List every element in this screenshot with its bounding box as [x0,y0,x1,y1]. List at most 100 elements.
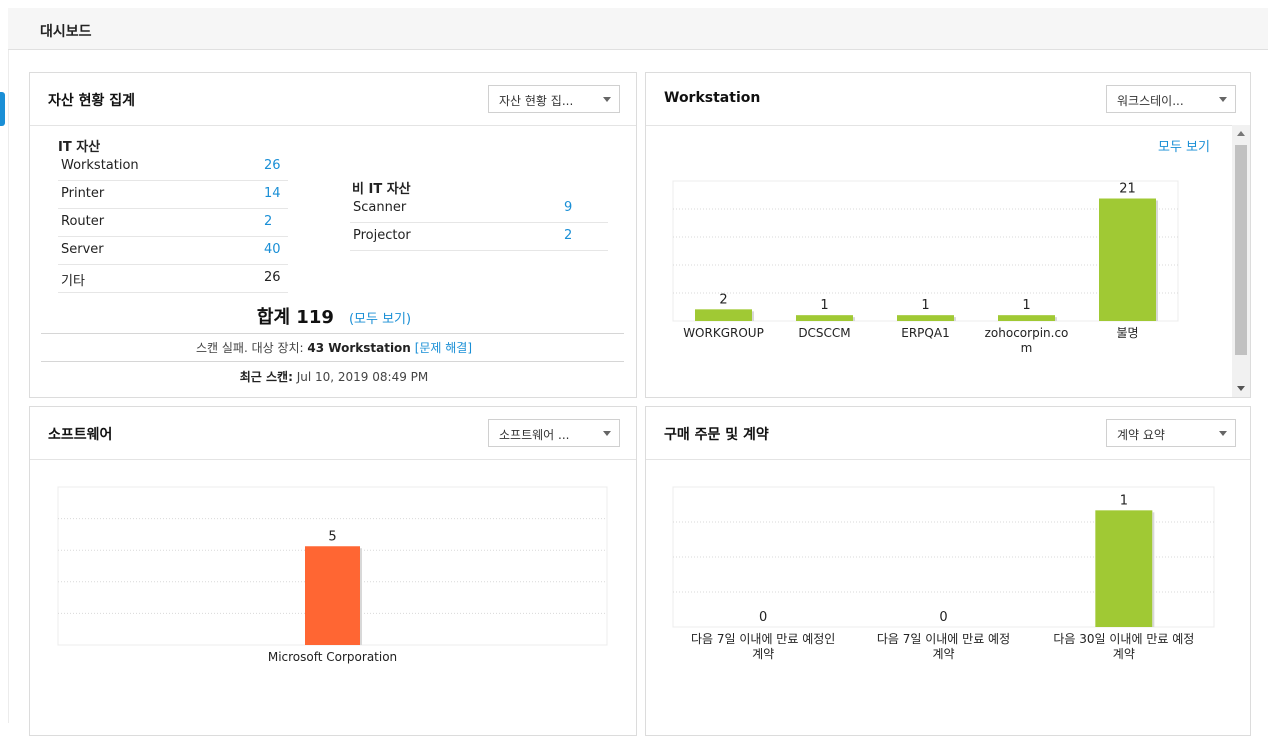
chart-bar [1095,510,1153,627]
it-asset-count[interactable]: 2 [264,214,272,229]
divider [41,333,624,334]
category-label: 계약 [1113,646,1135,661]
chart-bar [796,315,853,321]
software-dropdown[interactable]: 소프트웨어 ... [488,419,620,447]
category-label: DCSCCM [798,326,850,340]
scroll-down-icon[interactable] [1237,386,1245,391]
it-asset-row: Workstation 26 [58,153,288,181]
it-asset-count[interactable]: 40 [264,242,281,257]
workstation-chart: 2 WORKGROUP 1 DCSCCM 1 ERPQA1 1 zohocorpin.com 2… [672,180,1179,355]
scan-failure-message: 스캔 실패. 대상 장치: 43 Workstation [문제 해결] [30,339,636,356]
category-label: 다음 7일 이내에 만료 예정인 [691,632,835,646]
bar-value-label: 5 [328,529,336,544]
it-asset-row: Server 40 [58,237,288,265]
last-scan: 최근 스캔: Jul 10, 2019 08:49 PM [30,368,636,385]
bar-shadow [1156,200,1158,321]
scan-failure-prefix: 스캔 실패. 대상 장치: [195,341,308,355]
bar-value-label: 21 [1119,182,1136,197]
asset-summary-dropdown-value: 자산 현황 집... [499,94,574,108]
chart-bar [305,546,360,645]
software-title: 소프트웨어 [48,427,113,443]
workstation-header: Workstation 워크스테이... [646,73,1250,126]
category-label: 계약 [752,646,774,661]
non-it-asset-count[interactable]: 9 [564,200,572,215]
page-header: 대시보드 [8,8,1268,50]
purchase-panel: 구매 주문 및 계약 계약 요약 0 다음 7일 이내에 만료 예정인 계약 0 다음 … [645,406,1251,736]
workstation-dropdown[interactable]: 워크스테이... [1106,85,1236,113]
view-all-assets-link[interactable]: (모두 보기) [349,312,411,327]
chevron-down-icon [1219,431,1227,436]
bar-shadow [360,548,362,645]
software-dropdown-value: 소프트웨어 ... [499,428,570,442]
bar-value-label: 2 [719,292,727,307]
software-chart: 5 Microsoft Corporation [57,486,608,664]
it-asset-name: 기타 [61,274,85,289]
asset-summary-panel: 자산 현황 집계 자산 현황 집... IT 자산 Workstation 26 P… [29,72,637,398]
chart-bar [695,309,752,321]
non-it-asset-name: Projector [353,228,411,243]
bar-value-label: 0 [759,610,767,625]
category-label: m [1021,341,1033,355]
category-label: 다음 7일 이내에 만료 예정 [877,632,1010,646]
chart-bar [998,315,1055,321]
purchase-chart: 0 다음 7일 이내에 만료 예정인계약 0 다음 7일 이내에 만료 예정계약 1 다음… [672,486,1215,661]
last-scan-value: Jul 10, 2019 08:49 PM [292,370,429,384]
category-label: 불명 [1116,326,1138,340]
side-panel-toggle[interactable] [0,92,5,126]
it-asset-row: 기타 26 [58,265,288,293]
it-asset-name: Router [61,214,105,229]
non-it-asset-row: Scanner 9 [350,195,608,223]
chevron-down-icon [603,431,611,436]
page-title: 대시보드 [40,24,92,40]
bar-value-label: 1 [1022,298,1030,313]
asset-summary-header: 자산 현황 집계 자산 현황 집... [30,73,636,126]
it-asset-name: Printer [61,186,105,201]
chart-bar [1099,198,1156,321]
workstation-panel: Workstation 워크스테이... 모두 보기 2 WORKGROUP 1 DC… [645,72,1251,398]
asset-summary-dropdown[interactable]: 자산 현황 집... [488,85,620,113]
bar-value-label: 1 [1120,493,1128,508]
workstation-dropdown-value: 워크스테이... [1117,94,1184,108]
non-it-asset-count[interactable]: 2 [564,228,572,243]
bar-value-label: 1 [820,298,828,313]
category-label: WORKGROUP [683,326,764,340]
purchase-header: 구매 주문 및 계약 계약 요약 [646,407,1250,460]
chevron-down-icon [603,97,611,102]
last-scan-label: 최근 스캔: [239,370,293,384]
bar-shadow [853,317,855,321]
it-asset-name: Server [61,242,104,257]
purchase-dropdown-value: 계약 요약 [1117,428,1165,442]
asset-total: 합계 119 (모두 보기) [30,303,636,329]
it-asset-name: Workstation [61,158,139,173]
non-it-asset-row: Projector 2 [350,223,608,251]
category-label: ERPQA1 [901,326,949,340]
scroll-up-icon[interactable] [1237,131,1245,136]
bar-value-label: 0 [939,610,947,625]
software-panel: 소프트웨어 소프트웨어 ... 5 Microsoft Corporation [29,406,637,736]
category-label: zohocorpin.co [985,326,1069,340]
left-rail [8,50,9,723]
troubleshoot-link[interactable]: [문제 해결] [415,341,472,355]
asset-summary-title: 자산 현황 집계 [48,93,136,109]
chart-bar [897,315,954,321]
it-asset-row: Router 2 [58,209,288,237]
purchase-dropdown[interactable]: 계약 요약 [1106,419,1236,447]
scan-failure-count: 43 Workstation [307,341,411,355]
bar-shadow [752,311,754,321]
scroll-thumb[interactable] [1235,145,1247,355]
bar-value-label: 1 [921,298,929,313]
bar-shadow [1152,512,1155,627]
bar-shadow [954,317,956,321]
asset-total-label: 합계 119 [256,307,334,328]
workstation-scrollbar[interactable] [1232,125,1250,397]
chevron-down-icon [1219,97,1227,102]
it-asset-count[interactable]: 14 [264,186,281,201]
software-header: 소프트웨어 소프트웨어 ... [30,407,636,460]
workstation-title: Workstation [664,90,761,106]
it-asset-count[interactable]: 26 [264,158,281,173]
category-label: 계약 [932,646,954,661]
it-asset-count: 26 [264,270,281,285]
purchase-title: 구매 주문 및 계약 [664,427,769,443]
category-label: 다음 30일 이내에 만료 예정 [1053,632,1194,646]
it-asset-row: Printer 14 [58,181,288,209]
